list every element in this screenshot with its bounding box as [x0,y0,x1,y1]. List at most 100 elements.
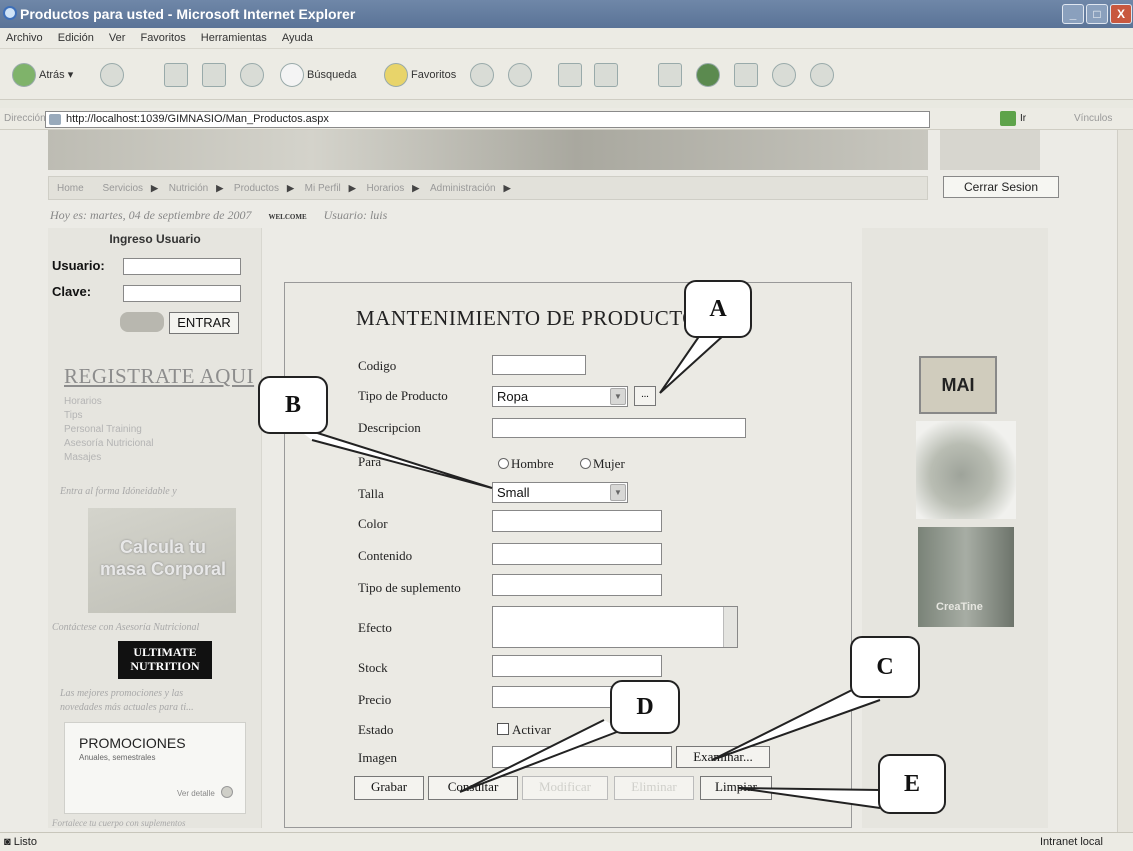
links-label[interactable]: Vínculos [1074,108,1112,130]
close-button[interactable]: X [1110,4,1132,24]
codigo-input[interactable] [492,355,586,375]
home-button[interactable] [236,61,267,89]
tipo-producto-select[interactable]: Ropa ▼ [492,386,628,407]
nav-home[interactable]: Home [57,183,84,194]
research-button[interactable] [730,61,761,89]
sidebar-note: Entra al forma Idóneidable y [60,486,177,497]
menu-edicion[interactable]: Edición [58,32,94,44]
radio-icon [498,458,509,469]
nav-servicios[interactable]: Servicios [102,183,143,194]
label-imagen: Imagen [358,750,397,765]
consultar-button[interactable]: Consultar [428,776,518,800]
ultimate-nutrition-logo[interactable]: ULTIMATE NUTRITION [118,641,212,679]
login-image-button[interactable] [120,312,164,332]
maximize-button[interactable]: □ [1086,4,1108,24]
nav-nutricion[interactable]: Nutrición [169,183,208,194]
history-button[interactable] [466,61,497,89]
status-bar: ◙ Listo Intranet local [0,832,1133,851]
para-mujer-radio[interactable]: Mujer [580,456,625,472]
menu-ver[interactable]: Ver [109,32,126,44]
sidebar-link-asesoria[interactable]: Asesoría Nutricional [64,437,153,450]
label-talla: Talla [358,486,384,501]
limpiar-button[interactable]: Limpiar [700,776,772,800]
edit-button[interactable] [590,61,621,89]
supplement-bottle-image: CreaTine [918,527,1014,627]
descripcion-input[interactable] [492,418,746,438]
favorites-button[interactable]: Favoritos [380,61,456,89]
search-button[interactable]: Búsqueda [276,61,357,89]
messenger-button[interactable] [692,61,723,89]
examinar-button[interactable]: Examinar... [676,746,770,768]
sidebar-note: Las mejores promociones y las [60,688,184,699]
stop-icon [164,63,188,88]
eliminar-button[interactable]: Eliminar [614,776,694,800]
refresh-button[interactable] [198,61,229,89]
textarea-scrollbar[interactable] [723,607,737,647]
stop-button[interactable] [160,61,191,89]
grapes-image [916,421,1016,519]
mai-banner-image[interactable]: MAI [919,356,997,414]
user-input[interactable] [123,258,241,275]
stock-input[interactable] [492,655,662,677]
sidebar-link-training[interactable]: Personal Training [64,423,142,436]
promo-detail-link[interactable]: Ver detalle [177,789,215,798]
logout-button[interactable]: Cerrar Sesion [943,176,1059,198]
nav-mi-perfil[interactable]: Mi Perfil [305,183,341,194]
status-text: Listo [13,836,37,848]
nav-productos[interactable]: Productos [234,183,279,194]
back-button[interactable]: Atrás ▾ [8,61,73,89]
users-button[interactable] [806,61,837,89]
label-descripcion: Descripcion [358,420,421,435]
print-button[interactable] [554,61,585,89]
date-text: Hoy es: martes, 04 de septiembre de 2007 [50,208,252,222]
label-stock: Stock [358,660,388,675]
para-hombre-radio[interactable]: Hombre [498,456,554,472]
label-para: Para [358,454,382,469]
address-input[interactable]: http://localhost:1039/GIMNASIO/Man_Produ… [45,111,930,128]
tool-button[interactable] [768,61,799,89]
label-codigo: Codigo [358,358,397,373]
enter-button[interactable]: ENTRAR [169,312,239,334]
menu-ayuda[interactable]: Ayuda [282,32,313,44]
sidebar-link-tips[interactable]: Tips [64,409,83,422]
grabar-button[interactable]: Grabar [354,776,424,800]
calc-mass-banner[interactable]: Calcula tu masa Corporal [88,508,236,613]
browser-toolbar: Atrás ▾ Búsqueda Favoritos [0,48,1133,100]
nav-administracion[interactable]: Administración [430,183,496,194]
contenido-input[interactable] [492,543,662,565]
efecto-textarea[interactable] [492,606,738,648]
tool-icon [772,63,796,88]
label-efecto: Efecto [358,620,392,635]
go-arrow-icon[interactable] [1000,111,1016,126]
label-estado: Estado [358,722,394,737]
welcome-text: WELCOME [268,213,307,221]
discuss-button[interactable] [654,61,685,89]
sidebar-link-horarios[interactable]: Horarios [64,395,102,408]
user-text: Usuario: luis [323,208,388,222]
minimize-button[interactable]: _ [1062,4,1084,24]
promo-box[interactable]: PROMOCIONES Anuales, semestrales Ver det… [64,722,246,814]
label-color: Color [358,516,388,531]
go-button[interactable]: Ir [1020,108,1026,130]
mail-icon [508,63,532,88]
menu-herramientas[interactable]: Herramientas [201,32,267,44]
sidebar-link-masajes[interactable]: Masajes [64,451,101,464]
vertical-scrollbar[interactable] [1117,130,1133,832]
nav-horarios[interactable]: Horarios [366,183,404,194]
imagen-file-input[interactable] [492,746,672,768]
tipo-suplemento-input[interactable] [492,574,662,596]
color-input[interactable] [492,510,662,532]
tipo-producto-browse-button[interactable]: ... [634,386,656,406]
talla-select[interactable]: Small ▼ [492,482,628,503]
menu-archivo[interactable]: Archivo [6,32,43,44]
password-input[interactable] [123,285,241,302]
chevron-down-icon: ▼ [610,388,626,405]
register-link[interactable]: REGISTRATE AQUI [64,364,254,389]
forward-button[interactable] [96,61,127,89]
radio-icon [580,458,591,469]
menu-favoritos[interactable]: Favoritos [140,32,185,44]
modificar-button[interactable]: Modificar [522,776,608,800]
estado-checkbox[interactable]: Activar [497,722,551,738]
label-tipo-suplemento: Tipo de suplemento [358,580,461,595]
mail-button[interactable] [504,61,535,89]
